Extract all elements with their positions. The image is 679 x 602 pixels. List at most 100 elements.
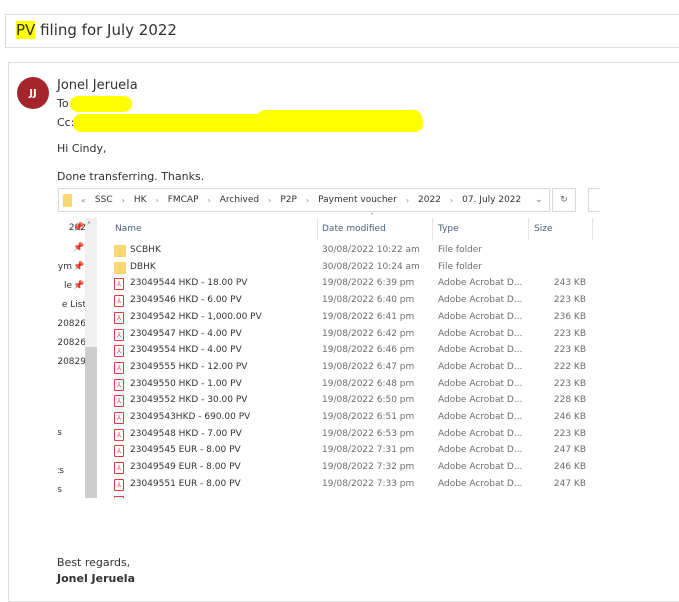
- scrollbar-thumb[interactable]: [85, 347, 97, 498]
- address-bar[interactable]: « SSC › HK › FMCAP › Archived › P2P › Payment…: [58, 188, 550, 212]
- file-date: 19/08/2022 6:46 pm: [322, 345, 415, 356]
- breadcrumb-item[interactable]: Payment voucher: [318, 195, 397, 205]
- folder-icon: [114, 245, 126, 257]
- column-header-size[interactable]: Size: [534, 218, 552, 240]
- file-name: 23049545 EUR - 8.00 PV: [130, 445, 241, 456]
- pdf-icon: ⅄: [114, 478, 124, 491]
- pdf-icon: ⅄: [114, 445, 124, 458]
- refresh-icon[interactable]: ↻: [552, 188, 576, 212]
- avatar[interactable]: JJ: [17, 77, 49, 109]
- file-name: 23049543HKD - 690.00 PV: [130, 412, 251, 422]
- redacted-cc-2: [257, 110, 422, 132]
- file-row[interactable]: ⅄ 23049549 EUR - 8.00 PV 19/08/2022 7:32 p…: [114, 460, 594, 476]
- file-row[interactable]: ⅄ 23049546 HKD - 6.00 PV 19/08/2022 6:40 p…: [114, 293, 594, 309]
- file-name: DBHK: [130, 261, 156, 272]
- breadcrumb-item[interactable]: FMCAP: [168, 195, 199, 205]
- subject-highlight: PV: [16, 21, 36, 39]
- breadcrumb-item[interactable]: Archived: [220, 195, 259, 205]
- file-size: 246 KB: [553, 462, 586, 473]
- file-type: Adobe Acrobat D...: [438, 328, 523, 339]
- pdf-icon: ⅄: [114, 428, 124, 441]
- nav-item[interactable]: 20826: [58, 338, 86, 348]
- explorer-screenshot: « SSC › HK › FMCAP › Archived › P2P › Payment…: [58, 185, 600, 498]
- file-type: File folder: [438, 245, 483, 255]
- breadcrumb-item[interactable]: 2022: [418, 195, 441, 205]
- nav-item[interactable]: le: [64, 281, 72, 291]
- column-header-date[interactable]: Date modified: [322, 218, 386, 240]
- nav-item[interactable]: s: [58, 428, 62, 438]
- file-row[interactable]: ⅄ 23049550 HKD - 1.00 PV 19/08/2022 6:48 p…: [114, 377, 594, 393]
- sender-name[interactable]: Jonel Jeruela: [57, 78, 138, 93]
- file-row[interactable]: ⅄ 23049552 HKD - 30.00 PV 19/08/2022 6:50 …: [114, 393, 594, 409]
- file-row[interactable]: SCBHK 30/08/2022 10:22 am File folder: [114, 243, 594, 259]
- file-row[interactable]: DBHK 30/08/2022 10:24 am File folder: [114, 260, 594, 276]
- nav-item[interactable]: 20829: [58, 357, 86, 367]
- file-name: 23049546 HKD - 6.00 PV: [130, 295, 242, 306]
- column-header-name[interactable]: Name: [115, 218, 142, 240]
- folder-icon: [63, 193, 72, 207]
- file-row[interactable]: ⅄ 23049555 HKD - 12.00 PV 19/08/2022 6:47 …: [114, 360, 594, 376]
- file-row[interactable]: ⅄ 23049542 HKD - 1,000.00 PV 19/08/2022 6:…: [114, 310, 594, 326]
- file-size: 223 KB: [553, 328, 586, 339]
- file-row[interactable]: ⅄ 23049544 HKD - 18.00 PV 19/08/2022 6:39 …: [114, 276, 594, 292]
- to-label: To: [57, 97, 69, 110]
- nav-item[interactable]: s: [58, 485, 62, 495]
- file-size: 247 KB: [553, 478, 586, 489]
- breadcrumb-item[interactable]: SSC: [95, 195, 113, 205]
- file-row[interactable]: ⅄ 23049545 EUR - 8.00 PV 19/08/2022 7:31 p…: [114, 443, 594, 459]
- pdf-icon: ⅄: [114, 378, 124, 391]
- nav-item[interactable]: e List: [62, 300, 86, 310]
- pdf-icon: ⅄: [114, 345, 124, 358]
- file-name: 23049542 HKD - 1,000.00 PV: [130, 311, 262, 322]
- file-size: 223 KB: [553, 378, 586, 389]
- file-type: File folder: [438, 261, 483, 272]
- file-name: 23049547 HKD - 4.00 PV: [130, 328, 242, 339]
- file-row-partial: [114, 494, 594, 498]
- file-row[interactable]: ⅄ 23049548 HKD - 7.00 PV 19/08/2022 6:53 p…: [114, 427, 594, 443]
- column-header-type[interactable]: Type: [438, 218, 459, 240]
- nav-item[interactable]: ts: [58, 466, 64, 476]
- pdf-icon: ⅄: [114, 311, 124, 324]
- file-date: 19/08/2022 6:41 pm: [322, 311, 415, 322]
- pdf-icon: ⅄: [114, 462, 124, 475]
- file-name: 23049551 EUR - 8.00 PV: [130, 478, 241, 489]
- overflow-chevron[interactable]: «: [81, 196, 86, 205]
- signoff: Best regards,: [57, 556, 131, 569]
- breadcrumb-item[interactable]: P2P: [280, 195, 297, 205]
- nav-item[interactable]: aym: [58, 262, 72, 272]
- file-type: Adobe Acrobat D...: [438, 295, 523, 306]
- file-type: Adobe Acrobat D...: [438, 395, 523, 406]
- file-date: 19/08/2022 6:42 pm: [322, 328, 415, 339]
- scroll-up-icon[interactable]: ˄: [87, 221, 91, 230]
- file-name: 23049548 HKD - 7.00 PV: [130, 428, 242, 439]
- file-type: Adobe Acrobat D...: [438, 311, 523, 322]
- file-name: SCBHK: [130, 245, 161, 255]
- file-name: 23049544 HKD - 18.00 PV: [130, 278, 248, 289]
- email-subject: PV filing for July 2022: [5, 14, 679, 48]
- file-row[interactable]: ⅄ 23049554 HKD - 4.00 PV 19/08/2022 6:46 p…: [114, 343, 594, 359]
- file-type: Adobe Acrobat D...: [438, 445, 523, 456]
- search-box[interactable]: [588, 188, 600, 212]
- breadcrumb-item[interactable]: 07. July 2022: [462, 195, 521, 205]
- file-date: 19/08/2022 6:40 pm: [322, 295, 415, 306]
- nav-scrollbar[interactable]: ˄: [85, 218, 97, 498]
- file-date: 30/08/2022 10:24 am: [322, 261, 420, 272]
- file-row[interactable]: ⅄ 23049547 HKD - 4.00 PV 19/08/2022 6:42 p…: [114, 327, 594, 343]
- file-date: 19/08/2022 6:53 pm: [322, 428, 415, 439]
- file-date: 19/08/2022 7:32 pm: [322, 462, 415, 473]
- file-row[interactable]: ⅄ 23049551 EUR - 8.00 PV 19/08/2022 7:33 p…: [114, 477, 594, 493]
- subject-text: filing for July 2022: [35, 21, 177, 39]
- file-type: Adobe Acrobat D...: [438, 345, 523, 356]
- file-name: 23049554 HKD - 4.00 PV: [130, 345, 242, 356]
- chevron-down-icon[interactable]: ⌄: [535, 195, 543, 205]
- nav-item[interactable]: 20826: [58, 319, 86, 329]
- file-size: 236 KB: [553, 311, 586, 322]
- breadcrumb-item[interactable]: HK: [134, 195, 147, 205]
- file-date: 19/08/2022 6:48 pm: [322, 378, 415, 389]
- pdf-icon: ⅄: [114, 395, 124, 408]
- file-date: 19/08/2022 7:31 pm: [322, 445, 415, 456]
- file-type: Adobe Acrobat D...: [438, 478, 523, 489]
- body-text: Done transferring. Thanks.: [57, 170, 205, 183]
- file-size: 243 KB: [553, 278, 586, 289]
- file-row[interactable]: ⅄ 23049543HKD - 690.00 PV 19/08/2022 6:51 …: [114, 410, 594, 426]
